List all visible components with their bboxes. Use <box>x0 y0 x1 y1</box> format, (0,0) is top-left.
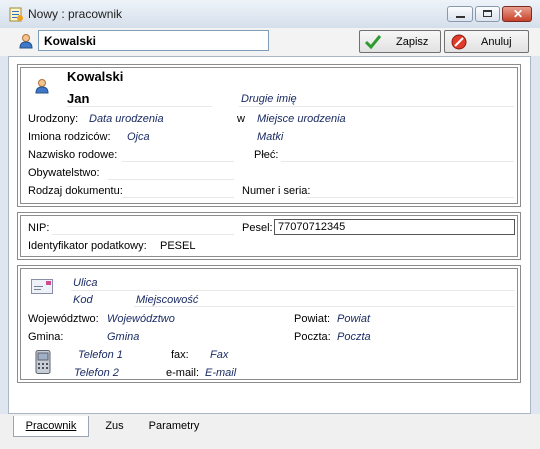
save-label: Zapisz <box>396 36 429 48</box>
minimize-icon <box>456 16 465 18</box>
cancel-icon <box>451 34 467 50</box>
document-type-label: Rodzaj dokumentu: <box>28 185 123 197</box>
gender-label: Płeć: <box>254 149 279 161</box>
second-name-underline <box>239 106 514 107</box>
voivodeship-label: Województwo: <box>28 313 99 325</box>
parents-label: Imiona rodziców: <box>28 131 111 143</box>
person-icon <box>18 33 34 49</box>
email-label: e-mail: <box>166 367 200 379</box>
commune-label: Gmina: <box>28 331 64 343</box>
first-name-field[interactable]: Jan <box>67 91 89 106</box>
nip-field[interactable] <box>52 234 234 235</box>
maximize-icon <box>483 10 492 17</box>
pesel-input[interactable]: 77070712345 <box>274 219 515 235</box>
person-icon <box>34 78 50 94</box>
postcode-field[interactable]: Kod <box>73 294 93 306</box>
email-field[interactable]: E-mail <box>205 367 236 379</box>
tab-zus[interactable]: Zus <box>97 416 132 437</box>
street-underline <box>71 290 515 291</box>
family-name-label: Nazwisko rodowe: <box>28 149 118 161</box>
document-number-field[interactable] <box>307 197 514 198</box>
born-label: Urodzony: <box>28 113 79 125</box>
document-type-field[interactable] <box>122 197 234 198</box>
street-field[interactable]: Ulica <box>73 277 97 289</box>
county-field[interactable]: Powiat <box>337 313 370 325</box>
citizenship-label: Obywatelstwo: <box>28 167 100 179</box>
cancel-button[interactable]: Anuluj <box>444 30 529 53</box>
minimize-button[interactable] <box>447 6 473 22</box>
pesel-label: Pesel: <box>242 222 273 234</box>
city-underline <box>134 306 515 307</box>
name-input[interactable]: Kowalski <box>38 30 269 51</box>
post-field[interactable]: Poczta <box>337 331 371 343</box>
close-button[interactable]: ✕ <box>502 6 532 22</box>
cancel-label: Anuluj <box>481 36 512 48</box>
birth-place-field[interactable]: Miejsce urodzenia <box>257 113 346 125</box>
maximize-button[interactable] <box>475 6 500 22</box>
county-label: Powiat: <box>294 313 331 325</box>
phone1-field[interactable]: Telefon 1 <box>78 349 123 361</box>
fax-label: fax: <box>171 349 189 361</box>
post-label: Poczta: <box>294 331 331 343</box>
city-field[interactable]: Miejscowość <box>136 294 198 306</box>
close-icon: ✕ <box>513 7 524 21</box>
gender-field[interactable] <box>281 161 514 162</box>
tab-pracownik[interactable]: Pracownik <box>13 416 89 437</box>
tax-id-field[interactable]: PESEL <box>160 240 195 252</box>
born-in-label: w <box>237 113 245 125</box>
birth-date-field[interactable]: Data urodzenia <box>89 113 164 125</box>
father-name-field[interactable]: Ojca <box>127 131 150 143</box>
phone2-field[interactable]: Telefon 2 <box>74 367 119 379</box>
nip-label: NIP: <box>28 222 50 234</box>
phone-icon <box>35 350 51 374</box>
second-name-field[interactable]: Drugie imię <box>241 93 297 105</box>
fax-field[interactable]: Fax <box>210 349 228 361</box>
first-name-underline <box>67 106 212 107</box>
citizenship-field[interactable] <box>108 179 234 180</box>
tax-id-label: Identyfikator podatkowy: <box>28 240 147 252</box>
document-number-label: Numer i seria: <box>242 185 311 197</box>
app-icon <box>9 7 23 22</box>
checkmark-icon <box>365 35 381 49</box>
voivodeship-field[interactable]: Województwo <box>107 313 175 325</box>
commune-field[interactable]: Gmina <box>107 331 139 343</box>
envelope-icon <box>31 279 53 294</box>
mother-name-field[interactable]: Matki <box>257 131 283 143</box>
tab-parametry[interactable]: Parametry <box>142 416 206 437</box>
surname-field[interactable]: Kowalski <box>67 69 123 84</box>
window-title: Nowy : pracownik <box>28 7 123 21</box>
save-button[interactable]: Zapisz <box>359 30 441 53</box>
family-name-field <box>122 161 234 162</box>
